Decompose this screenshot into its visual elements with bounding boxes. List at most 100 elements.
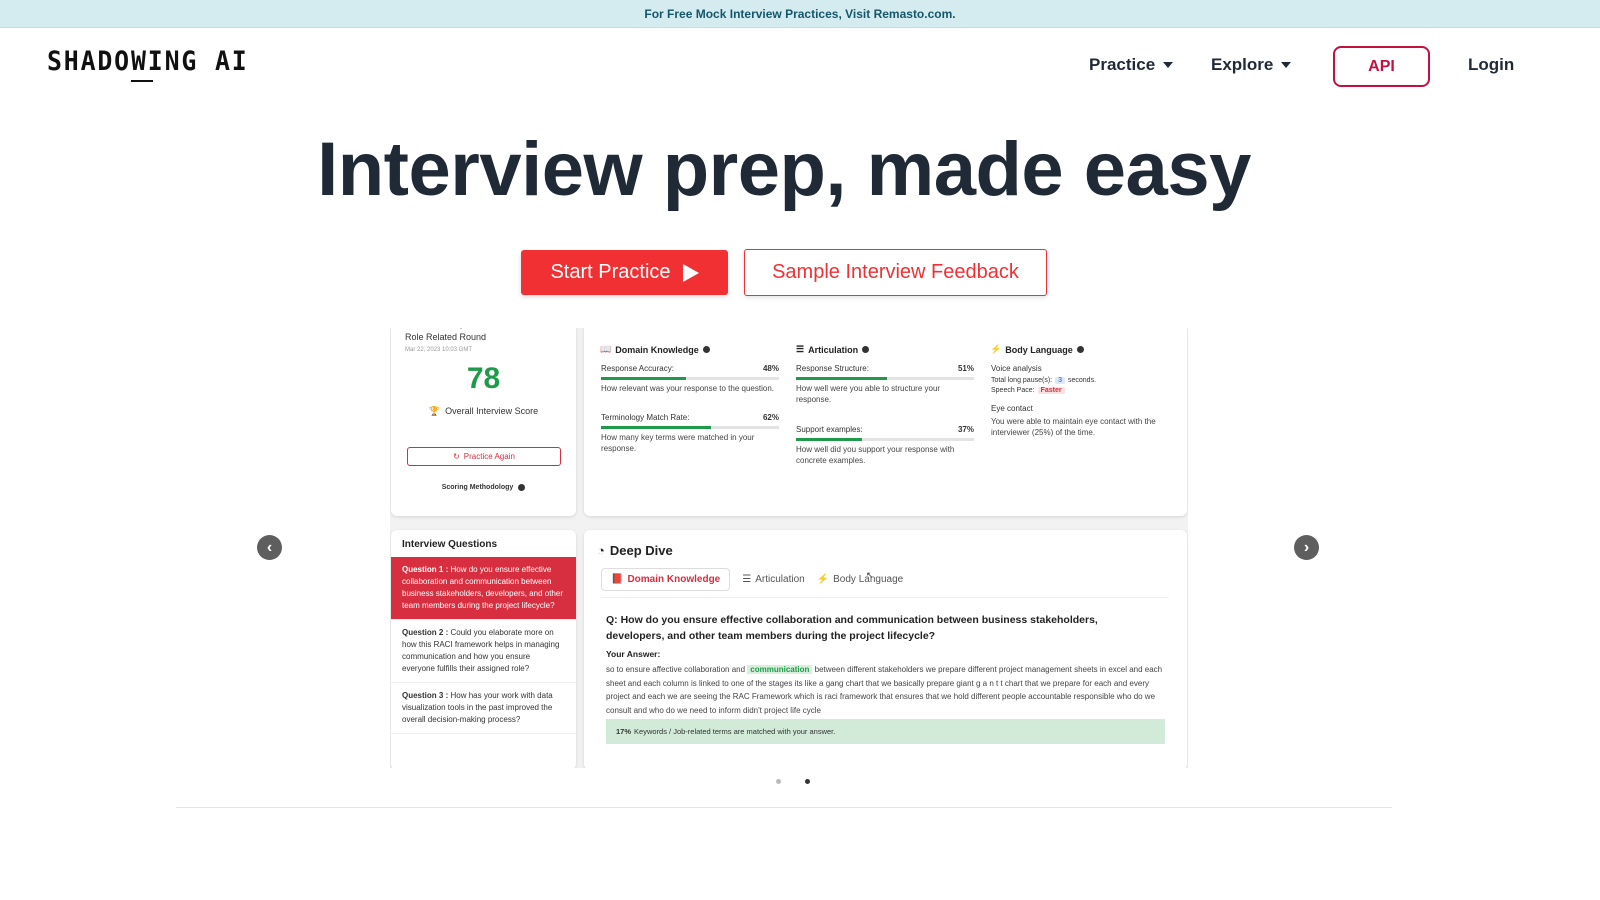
logo[interactable]: SHADOWING AI <box>47 46 249 77</box>
promo-banner[interactable]: For Free Mock Interview Practices, Visit… <box>0 0 1600 28</box>
eye-contact-desc: You were able to maintain eye contact wi… <box>991 417 1156 437</box>
trophy-icon: 🏆 <box>428 406 441 416</box>
question-item[interactable]: Question 3 : How has your work with data… <box>391 683 576 734</box>
book-icon: 📖 <box>600 344 612 354</box>
articulation-title: Articulation <box>808 344 859 355</box>
pace-label: Speech Pace: <box>991 387 1035 394</box>
metric-desc: How well did you support your response w… <box>796 445 955 465</box>
progress-bar <box>601 426 712 429</box>
list-icon: ☰ <box>742 574 752 585</box>
progress-bar <box>601 377 687 380</box>
carousel-dot[interactable] <box>776 779 781 784</box>
pauses-row: Total long pause(s): 3 seconds. <box>991 377 1171 384</box>
score-label: Overall Interview Score <box>445 406 539 416</box>
answer-label: Your Answer: <box>606 649 661 659</box>
promo-banner-text[interactable]: For Free Mock Interview Practices, Visit… <box>644 7 955 21</box>
question-label: Question 3 : <box>402 691 449 700</box>
domain-knowledge-title: Domain Knowledge <box>615 344 699 355</box>
lightning-icon: ⚡ <box>816 574 830 585</box>
tab-label: Articulation <box>755 574 805 585</box>
deep-dive-title: Deep Dive <box>609 543 673 558</box>
api-button[interactable]: API <box>1333 46 1430 87</box>
question-label: Question 2 : <box>402 628 449 637</box>
body-language-heading: ⚡ Body Language <box>990 344 1084 355</box>
metric-pct: 37% <box>957 425 974 434</box>
start-practice-label: Start Practice <box>550 261 671 283</box>
carousel-indicators <box>776 779 810 787</box>
pauses-label: Total long pause(s): <box>991 377 1053 384</box>
lightning-icon: ⚡ <box>990 344 1002 354</box>
carousel-next-button[interactable]: › <box>1294 535 1319 560</box>
metric-support-examples: Support examples: 37% How well did you su… <box>796 425 974 466</box>
api-button-label: API <box>1368 57 1395 75</box>
section-divider <box>176 807 1392 808</box>
tab-label: Domain Knowledge <box>627 574 721 585</box>
eye-contact-title: Eye contact <box>991 404 1033 413</box>
score-card: Business Analyst Role Related Round Mar … <box>391 328 576 516</box>
tab-domain-knowledge[interactable]: 📕 Domain Knowledge <box>601 568 731 591</box>
deep-dive-question: Q: How do you ensure effective collabora… <box>606 614 1098 642</box>
methodology-link[interactable]: Scoring Methodology <box>391 484 576 491</box>
nav-practice[interactable]: Practice <box>1089 55 1174 75</box>
question-item[interactable]: Question 2 : Could you elaborate more on… <box>391 620 576 683</box>
sample-feedback-button[interactable]: Sample Interview Feedback <box>744 249 1047 296</box>
metric-label: Response Accuracy: <box>601 364 674 373</box>
logo-underline <box>131 80 153 82</box>
login-link[interactable]: Login <box>1468 55 1514 75</box>
metric-label: Terminology Match Rate: <box>601 413 690 422</box>
metric-label: Response Structure: <box>796 364 869 373</box>
answer-text: so to ensure affective collaboration and… <box>606 663 1166 717</box>
keywords-text: Keywords / Job-related terms are matched… <box>634 727 836 736</box>
practice-again-button[interactable]: ↻ Practice Again <box>407 447 561 466</box>
metric-pct: 51% <box>957 364 974 373</box>
metric-desc: How well were you able to structure your… <box>796 384 941 404</box>
login-label: Login <box>1468 55 1515 74</box>
tab-body-language[interactable]: ⚡ Body Language <box>817 574 904 585</box>
metric-terminology-match: Terminology Match Rate: 62% How many key … <box>601 413 779 454</box>
metric-pct: 62% <box>762 413 779 422</box>
metric-label: Support examples: <box>796 425 863 434</box>
info-icon <box>862 346 870 353</box>
tab-articulation[interactable]: ☰ Articulation <box>742 574 804 585</box>
practice-again-label: Practice Again <box>463 452 515 461</box>
metrics-card: 📖 Domain Knowledge Response Accuracy: 48%… <box>584 328 1187 516</box>
metric-response-structure: Response Structure: 51% How well were you… <box>796 364 974 405</box>
nav-explore-label: Explore <box>1211 55 1274 74</box>
keywords-match-banner: 17% Keywords / Job-related terms are mat… <box>606 719 1165 744</box>
answer-pre: so to ensure affective collaboration and <box>606 665 746 674</box>
keyword-highlight: communication <box>747 665 813 674</box>
date-label: Mar 22, 2023 10:03 GMT <box>405 347 473 353</box>
hero-title: Interview prep, made easy <box>317 127 1251 212</box>
metric-response-accuracy: Response Accuracy: 48% How relevant was y… <box>601 364 779 394</box>
voice-analysis: Voice analysis Total long pause(s): 3 se… <box>991 364 1171 438</box>
question-label: Question 1 : <box>402 565 449 574</box>
carousel-prev-button[interactable]: ‹ <box>257 535 282 560</box>
progress-bar <box>796 438 862 441</box>
questions-card: Interview Questions Question 1 : How do … <box>391 530 576 768</box>
pauses-unit: seconds. <box>1068 377 1097 384</box>
refresh-icon: ↻ <box>453 452 460 461</box>
score-label-row: 🏆 Overall Interview Score <box>391 406 576 417</box>
body-language-title: Body Language <box>1005 344 1073 355</box>
info-icon <box>518 484 526 491</box>
articulation-heading: ☰ Articulation <box>796 344 870 355</box>
keywords-pct: 17% <box>616 727 632 736</box>
chevron-right-icon: › <box>1303 538 1310 556</box>
voice-analysis-title: Voice analysis <box>991 364 1042 373</box>
nav-explore[interactable]: Explore <box>1211 55 1292 75</box>
overall-score: 78 <box>466 362 501 395</box>
carousel-slide: Business Analyst Role Related Round Mar … <box>390 328 1188 768</box>
info-icon <box>1076 346 1084 353</box>
deep-dive-tabs: 📕 Domain Knowledge ☰ Articulation ⚡ Body… <box>601 568 1169 598</box>
pie-chart-icon: ◔ <box>597 543 605 558</box>
pace-badge: Faster <box>1037 387 1065 394</box>
caret-down-icon <box>1281 62 1292 68</box>
question-item[interactable]: Question 1 : How do you ensure effective… <box>391 557 576 620</box>
questions-title: Interview Questions <box>402 539 498 550</box>
metric-pct: 48% <box>762 364 779 373</box>
pace-row: Speech Pace: Faster <box>991 387 1171 394</box>
carousel-dot-active[interactable] <box>805 779 810 784</box>
mouse-cursor-icon: ↖ <box>866 570 874 580</box>
caret-down-icon <box>1163 62 1174 68</box>
start-practice-button[interactable]: Start Practice <box>521 250 728 295</box>
